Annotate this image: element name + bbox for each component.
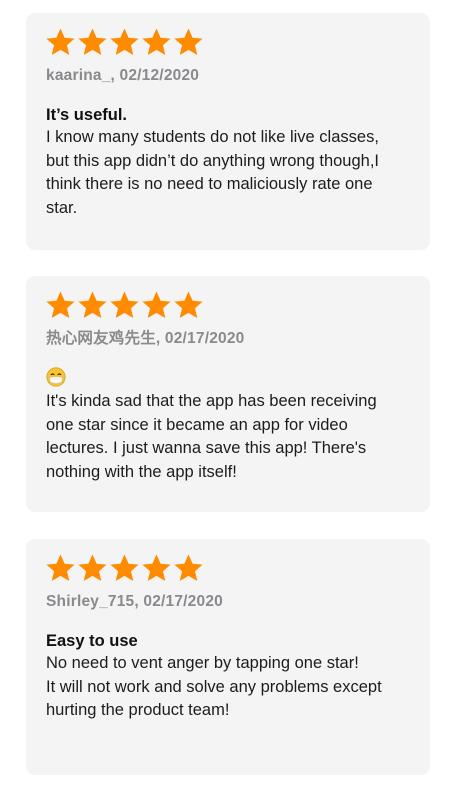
mask-face-emoji-icon [46,367,66,387]
star-icon [78,291,107,319]
star-icon [78,554,107,582]
star-icon [174,291,203,319]
star-icon [46,28,75,56]
review-body: It's kinda sad that the app has been rec… [46,392,377,481]
star-icon [46,291,75,319]
review-title: Easy to use [46,632,138,650]
review-card: 热心网友鸡先生, 02/17/2020 It's kinda sad that … [26,276,430,512]
star-icon [174,554,203,582]
star-icon [110,28,139,56]
star-icon [142,291,171,319]
star-icon [142,28,171,56]
star-icon [110,554,139,582]
review-title: It’s useful. [46,106,127,124]
star-rating [45,553,410,585]
reviews-page: kaarina_, 02/12/2020 It’s useful. I know… [0,0,450,795]
review-author-date: 热心网友鸡先生, 02/17/2020 [46,330,245,347]
review-title [46,367,410,390]
star-icon [110,291,139,319]
review-author-date: kaarina_, 02/12/2020 [46,67,200,84]
review-body: I know many students do not like live cl… [46,128,379,217]
star-icon [46,554,75,582]
review-card: kaarina_, 02/12/2020 It’s useful. I know… [26,13,430,250]
star-rating [45,27,410,59]
star-rating [45,290,410,322]
star-icon [78,28,107,56]
star-icon [142,554,171,582]
review-body: No need to vent anger by tapping one sta… [46,654,382,719]
review-card: Shirley_715, 02/17/2020 Easy to use No n… [26,539,430,775]
review-author-date: Shirley_715, 02/17/2020 [46,593,223,610]
star-icon [174,28,203,56]
